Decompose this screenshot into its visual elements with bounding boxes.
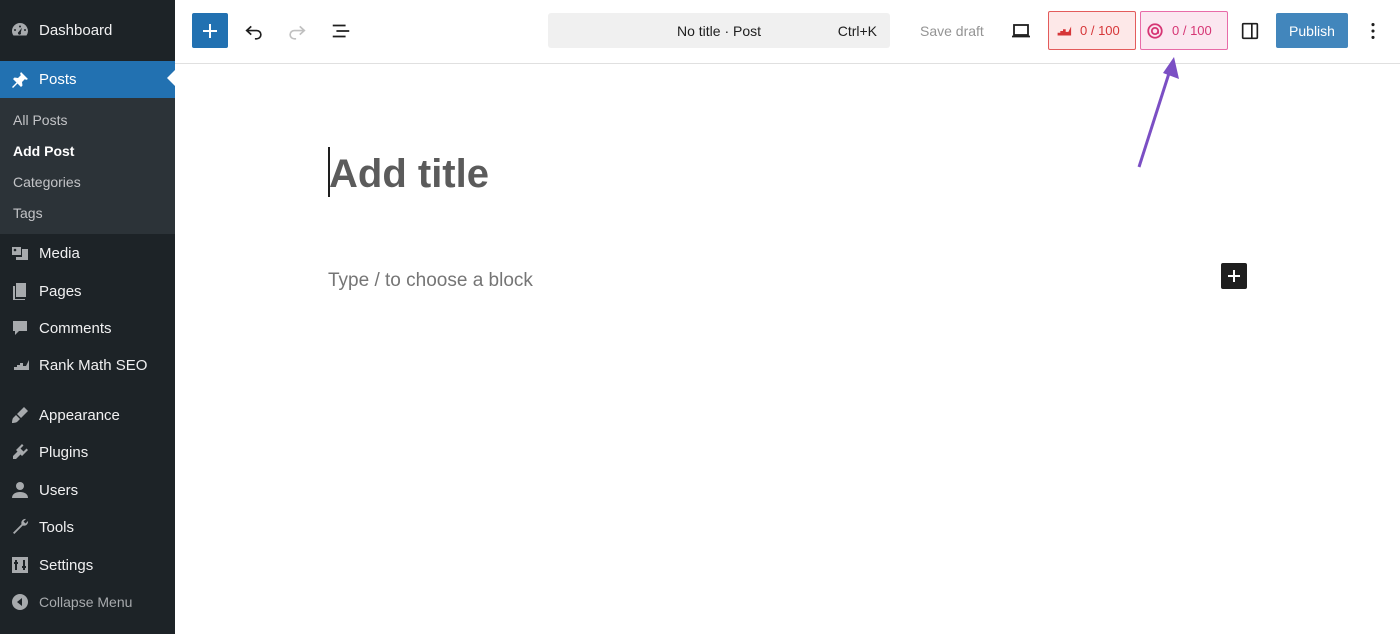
document-overview-button[interactable] [327,14,355,48]
menu-settings-label: Settings [39,556,94,574]
pin-icon [10,70,30,90]
menu-users-label: Users [39,481,79,499]
plus-icon [1228,270,1240,282]
dashboard-icon [10,20,30,40]
menu-users[interactable]: Users [0,473,175,507]
command-palette-bar[interactable]: No title · Post Ctrl+K [548,13,890,48]
menu-comments-label: Comments [39,319,112,337]
menu-tools[interactable]: Tools [0,510,175,544]
menu-plugins[interactable]: Plugins [0,435,175,469]
save-draft-button[interactable]: Save draft [920,23,984,39]
content-ai-score-value: 0 / 100 [1172,23,1212,38]
editor-toolbar: No title · Post Ctrl+K Save draft 0 / 10… [175,0,1400,64]
submenu-categories[interactable]: Categories [13,174,81,190]
sidebar-toggle-icon [1241,22,1259,40]
post-title-input[interactable]: Add title [329,152,489,197]
menu-posts-label: Posts [39,71,77,88]
settings-icon [10,555,30,575]
collapse-menu-button[interactable]: Collapse Menu [0,585,175,619]
shortcut-hint: Ctrl+K [837,23,877,39]
annotation-arrow [1137,57,1179,168]
options-menu-button[interactable] [1359,14,1387,48]
content-ai-icon [1146,22,1164,40]
submenu-tags[interactable]: Tags [13,205,43,221]
collapse-arrow-icon [10,592,30,612]
menu-rank-math[interactable]: Rank Math SEO [0,348,175,382]
rank-math-score-icon [1054,24,1072,38]
content-ai-score-button[interactable]: 0 / 100 [1140,11,1228,50]
settings-panel-toggle[interactable] [1236,14,1264,48]
menu-media-label: Media [39,244,80,262]
list-view-icon [332,24,350,38]
seo-score-button[interactable]: 0 / 100 [1048,11,1136,50]
comments-icon [10,318,30,338]
menu-settings[interactable]: Settings [0,548,175,582]
publish-button[interactable]: Publish [1276,13,1348,48]
posts-submenu: All Posts Add Post Categories Tags [0,98,175,234]
undo-icon [245,25,262,40]
menu-rank-math-label: Rank Math SEO [39,356,148,374]
menu-comments[interactable]: Comments [0,311,175,345]
menu-dashboard-label: Dashboard [39,21,113,39]
menu-pages-label: Pages [39,282,82,300]
rank-math-icon [10,355,30,375]
plugins-icon [10,442,30,462]
block-appender-placeholder[interactable]: Type / to choose a block [328,270,533,292]
more-vertical-icon [1371,23,1375,39]
menu-media[interactable]: Media [0,236,175,270]
menu-plugins-label: Plugins [39,443,89,461]
menu-appearance[interactable]: Appearance [0,398,175,432]
block-inserter-toggle[interactable] [192,13,228,48]
redo-button[interactable] [283,14,311,48]
redo-icon [289,25,306,40]
tools-icon [10,517,30,537]
undo-button[interactable] [240,14,268,48]
media-icon [10,243,30,263]
collapse-menu-label: Collapse Menu [39,594,133,610]
menu-dashboard[interactable]: Dashboard [0,13,175,47]
appearance-icon [10,405,30,425]
inline-block-inserter[interactable] [1221,263,1247,289]
preview-button[interactable] [1007,14,1035,48]
menu-pages[interactable]: Pages [0,274,175,308]
admin-sidebar: Dashboard Posts All Posts Add Post Categ… [0,0,175,634]
submenu-add-post[interactable]: Add Post [13,143,74,159]
seo-score-value: 0 / 100 [1080,23,1120,38]
laptop-icon [1012,24,1030,38]
plus-icon [203,23,217,38]
menu-tools-label: Tools [39,518,75,536]
menu-posts[interactable]: Posts [0,61,175,98]
submenu-all-posts[interactable]: All Posts [13,112,67,128]
menu-appearance-label: Appearance [39,406,120,424]
users-icon [10,480,30,500]
pages-icon [10,281,30,301]
